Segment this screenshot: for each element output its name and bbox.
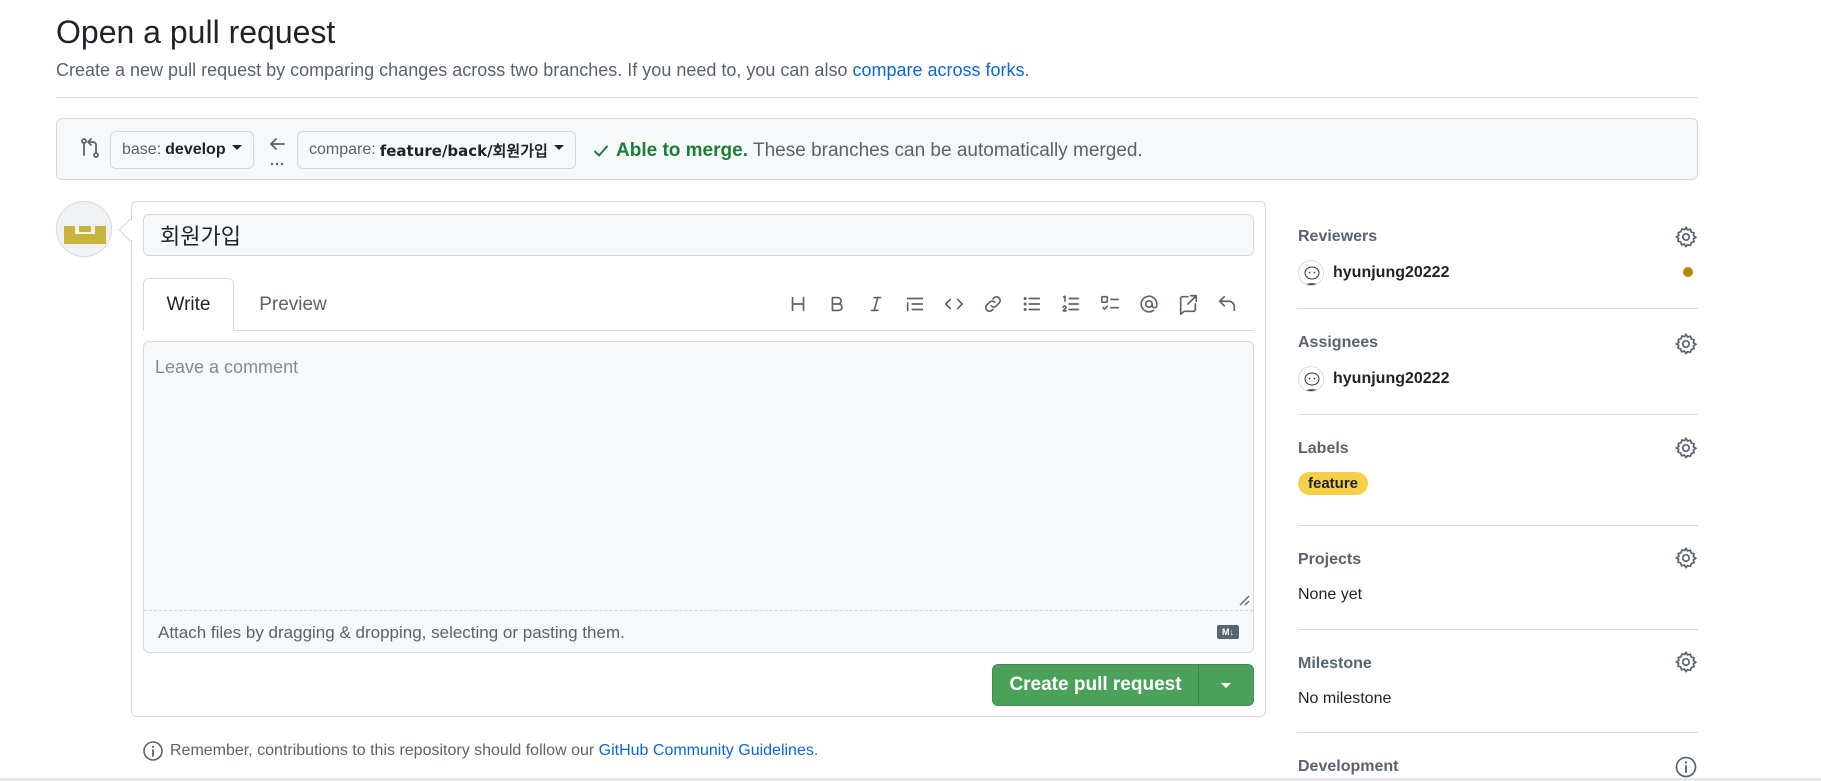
task-list-icon[interactable] <box>1090 289 1129 319</box>
compare-branch-select[interactable]: compare: feature/back/회원가입 <box>297 131 576 169</box>
attach-files-hint[interactable]: Attach files by dragging & dropping, sel… <box>158 623 625 643</box>
italic-icon[interactable] <box>856 289 895 319</box>
quote-icon[interactable] <box>895 289 934 319</box>
compare-branch-value: feature/back/회원가입 <box>379 141 548 160</box>
unordered-list-icon[interactable] <box>1012 289 1051 319</box>
milestone-value: No milestone <box>1298 690 1392 707</box>
sidebar-divider <box>1298 525 1698 526</box>
mention-icon[interactable] <box>1129 289 1168 319</box>
assignee-item[interactable]: hyunjung20222 <box>1298 366 1449 392</box>
milestone-heading: Milestone <box>1298 655 1372 672</box>
caret-down-icon <box>1221 682 1231 688</box>
bold-icon[interactable] <box>817 289 856 319</box>
guidelines-text: Remember, contributions to this reposito… <box>170 742 595 759</box>
code-icon[interactable] <box>934 289 973 319</box>
check-icon <box>594 145 608 157</box>
info-icon <box>143 741 163 761</box>
base-branch-select[interactable]: base: develop <box>110 131 254 169</box>
guidelines-note: Remember, contributions to this reposito… <box>142 740 818 762</box>
gear-icon[interactable] <box>1674 650 1698 674</box>
tab-preview[interactable]: Preview <box>246 278 340 331</box>
gear-icon[interactable] <box>1674 332 1698 356</box>
compare-icon <box>81 138 99 158</box>
comment-placeholder: Leave a comment <box>155 357 299 377</box>
heading-icon[interactable] <box>778 289 817 319</box>
reviewers-heading: Reviewers <box>1298 228 1378 245</box>
caret-down-icon <box>553 144 564 150</box>
compare-label: compare: <box>309 141 376 158</box>
subtitle-text: Create a new pull request by comparing c… <box>56 60 848 80</box>
projects-value: None yet <box>1298 586 1363 603</box>
merge-ok-text: Able to merge. <box>616 140 748 161</box>
markdown-toolbar <box>778 289 1246 319</box>
review-pending-dot <box>1683 267 1693 277</box>
link-icon[interactable] <box>973 289 1012 319</box>
reply-icon[interactable] <box>1207 289 1246 319</box>
markdown-icon[interactable]: M↓ <box>1217 625 1239 639</box>
compare-across-forks-link[interactable]: compare across forks <box>852 60 1024 80</box>
community-guidelines-link[interactable]: GitHub Community Guidelines <box>599 742 814 760</box>
sidebar-divider <box>1298 629 1698 630</box>
gear-icon[interactable] <box>1674 225 1698 249</box>
guidelines-suffix: . <box>813 742 819 759</box>
author-avatar[interactable] <box>56 201 112 257</box>
merge-description: These branches can be automatically merg… <box>752 140 1143 161</box>
reviewer-item[interactable]: hyunjung20222 <box>1298 260 1449 286</box>
label-feature[interactable]: feature <box>1298 472 1369 495</box>
gear-icon[interactable] <box>1674 436 1698 460</box>
header-divider <box>56 97 1698 98</box>
sidebar-divider <box>1298 732 1698 733</box>
comment-textarea[interactable] <box>143 341 1254 653</box>
caret-down-icon <box>231 144 242 150</box>
page-title: Open a pull request <box>56 14 336 50</box>
development-heading: Development <box>1298 758 1399 775</box>
avatar <box>1298 366 1324 392</box>
labels-heading: Labels <box>1298 440 1349 457</box>
assignee-username: hyunjung20222 <box>1333 370 1450 387</box>
resize-handle-icon[interactable] <box>1238 594 1250 606</box>
base-branch-value: develop <box>165 141 226 158</box>
page-subtitle: Create a new pull request by comparing c… <box>56 60 1030 81</box>
create-pull-request-button[interactable]: Create pull request <box>993 665 1199 705</box>
gear-icon[interactable] <box>1674 546 1698 570</box>
projects-heading: Projects <box>1298 551 1362 568</box>
subtitle-suffix: . <box>1024 60 1030 80</box>
avatar <box>1298 260 1324 286</box>
merge-status: Able to merge. These branches can be aut… <box>592 140 1143 162</box>
attach-divider <box>144 610 1253 611</box>
reviewer-username: hyunjung20222 <box>1333 264 1450 281</box>
create-options-dropdown[interactable] <box>1199 665 1253 705</box>
pr-title-input[interactable] <box>143 214 1254 256</box>
tab-write[interactable]: Write <box>143 278 234 331</box>
identicon-icon <box>57 202 111 256</box>
info-icon[interactable] <box>1674 755 1698 779</box>
sidebar-divider <box>1298 414 1698 415</box>
arrow-left-icon <box>270 138 285 166</box>
cross-reference-icon[interactable] <box>1168 289 1207 319</box>
base-label: base: <box>122 141 162 158</box>
create-pull-request-group: Create pull request <box>992 664 1254 706</box>
sidebar-divider <box>1298 308 1698 309</box>
ordered-list-icon[interactable] <box>1051 289 1090 319</box>
assignees-heading: Assignees <box>1298 334 1379 351</box>
